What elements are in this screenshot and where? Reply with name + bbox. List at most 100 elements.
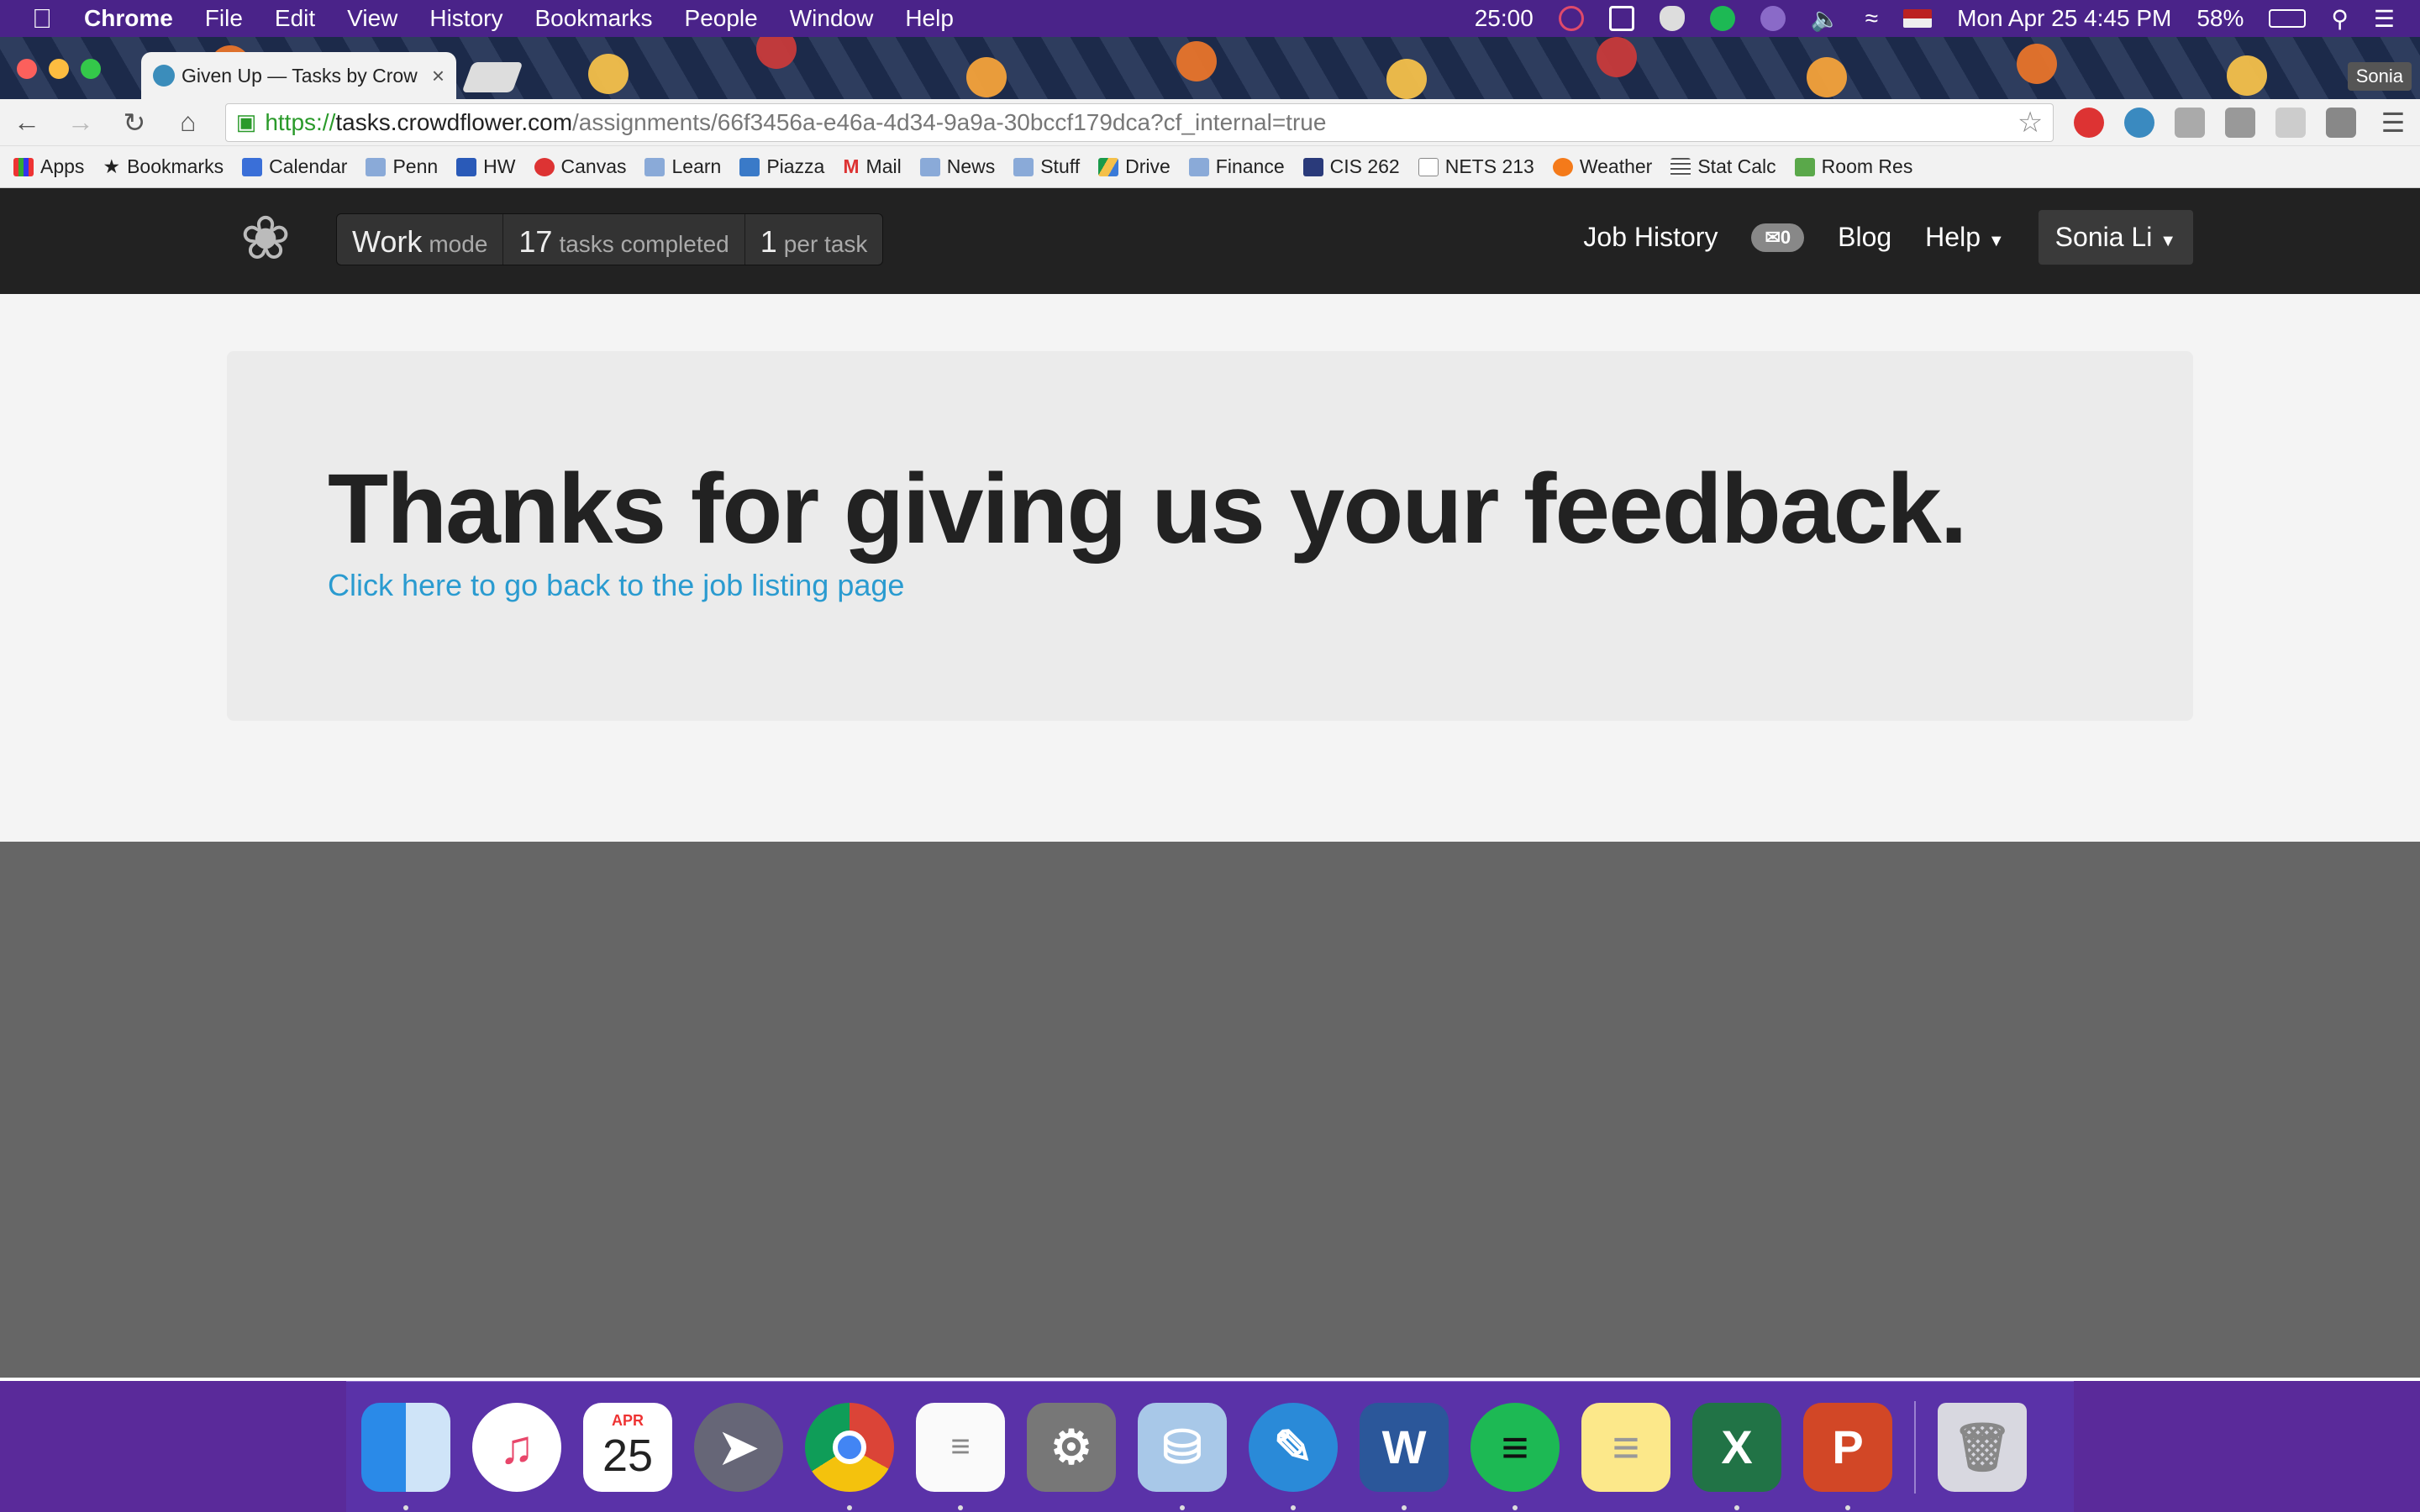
menu-window[interactable]: Window <box>790 5 874 32</box>
adblock-extension-icon[interactable] <box>2074 107 2105 138</box>
menu-bookmarks[interactable]: Bookmarks <box>534 5 652 32</box>
running-indicator <box>403 1504 408 1510</box>
menu-app-name[interactable]: Chrome <box>84 5 173 32</box>
home-icon[interactable]: ⌂ <box>171 107 205 138</box>
zoom-window-button[interactable] <box>81 59 101 79</box>
word-icon[interactable]: W <box>1360 1402 1449 1510</box>
browser-toolbar: ← → ↻ ⌂ ▣ https:// tasks.crowdflower.com… <box>0 99 2420 146</box>
preview-icon[interactable]: ⛁ <box>1138 1402 1227 1510</box>
minimize-window-button[interactable] <box>49 59 69 79</box>
forward-icon[interactable]: → <box>64 107 97 138</box>
bookmark-hw[interactable]: HW <box>456 155 516 178</box>
bookmark-weather[interactable]: Weather <box>1552 155 1652 178</box>
bookmark-room-res[interactable]: Room Res <box>1794 155 1912 178</box>
penn-shield-icon <box>1302 157 1323 176</box>
launchpad-icon[interactable]: ➤ <box>694 1402 783 1492</box>
bookmark-news[interactable]: News <box>919 155 996 178</box>
page-icon <box>1418 157 1439 176</box>
browser-tab-active[interactable]: Given Up — Tasks by Crow × <box>141 52 456 99</box>
menu-file[interactable]: File <box>205 5 243 32</box>
trash-icon[interactable]: 🗑 <box>1938 1402 2027 1492</box>
bookmark-label: News <box>946 155 996 177</box>
battery-icon[interactable] <box>2269 9 2307 28</box>
timer-text[interactable]: 25:00 <box>1475 5 1534 32</box>
menu-people[interactable]: People <box>685 5 758 32</box>
vpn-icon[interactable] <box>1760 6 1786 31</box>
nav-job-history[interactable]: Job History <box>1583 222 1718 253</box>
folder-icon <box>1013 157 1034 176</box>
spotlight-icon[interactable]: ⚲ <box>2331 5 2349 33</box>
menu-view[interactable]: View <box>347 5 397 32</box>
bookmark-piazza[interactable]: Piazza <box>739 155 824 178</box>
bookmark-stuff[interactable]: Stuff <box>1013 155 1080 178</box>
notification-center-icon[interactable]: ☰ <box>2374 5 2395 33</box>
reload-icon[interactable]: ↻ <box>118 107 151 139</box>
address-bar[interactable]: ▣ https:// tasks.crowdflower.com /assign… <box>224 102 2054 142</box>
datetime[interactable]: Mon Apr 25 4:45 PM <box>1957 5 2171 32</box>
bookmark-mail[interactable]: M Mail <box>843 155 901 178</box>
menu-help[interactable]: Help <box>905 5 954 32</box>
pencil-app-icon[interactable]: ✎ <box>1249 1402 1338 1510</box>
airplay-icon[interactable] <box>1608 6 1634 31</box>
bookmark-calendar[interactable]: Calendar <box>242 155 347 178</box>
itunes-icon[interactable]: ♫ <box>472 1402 561 1492</box>
bookmark-bookmarks[interactable]: ★ Bookmarks <box>103 155 224 178</box>
hd-extension-icon[interactable] <box>2326 107 2357 138</box>
powerpoint-icon[interactable]: P <box>1803 1402 1892 1510</box>
nav-help[interactable]: Help ▼ <box>1925 222 2005 253</box>
pc-extension-icon[interactable] <box>2275 107 2307 138</box>
battery-percent[interactable]: 58% <box>2196 5 2244 32</box>
bookmark-nets213[interactable]: NETS 213 <box>1418 155 1534 178</box>
new-tab-button[interactable] <box>461 62 523 92</box>
user-menu[interactable]: Sonia Li ▼ <box>2038 210 2193 265</box>
calendar-icon <box>242 157 263 176</box>
apple-icon[interactable]:  <box>32 3 52 34</box>
menu-history[interactable]: History <box>429 5 502 32</box>
timer-icon[interactable] <box>1558 6 1584 31</box>
camera-extension-icon[interactable] <box>2175 107 2206 138</box>
calendar-icon[interactable]: APR 25 <box>583 1402 672 1492</box>
bookmarks-bar: Apps ★ Bookmarks Calendar Penn HW Canvas … <box>0 146 2420 188</box>
back-icon[interactable]: ← <box>10 107 44 138</box>
nav-blog[interactable]: Blog <box>1838 222 1891 253</box>
bookmark-canvas[interactable]: Canvas <box>534 155 626 178</box>
work-mode-segment: Work mode <box>337 214 504 265</box>
system-preferences-icon[interactable]: ⚙ <box>1027 1402 1116 1492</box>
theme-flower <box>1176 41 1217 81</box>
spotify-icon[interactable] <box>1709 6 1735 31</box>
bookmark-stat-calc[interactable]: Stat Calc <box>1670 155 1776 178</box>
empty-page-area <box>0 842 2420 1378</box>
spotify-icon[interactable]: ≡ <box>1470 1402 1560 1510</box>
excel-icon[interactable]: X <box>1692 1402 1781 1510</box>
profile-button[interactable]: Sonia <box>2347 62 2412 91</box>
bookmark-cis262[interactable]: CIS 262 <box>1302 155 1400 178</box>
cw-extension-icon[interactable] <box>2225 107 2256 138</box>
shield-icon[interactable] <box>1659 6 1685 31</box>
bookmark-apps[interactable]: Apps <box>13 155 84 178</box>
flag-icon[interactable] <box>1903 9 1933 28</box>
chrome-icon[interactable] <box>805 1402 894 1510</box>
back-to-job-listing-link[interactable]: Click here to go back to the job listing… <box>328 568 904 603</box>
bookmark-penn[interactable]: Penn <box>366 155 438 178</box>
menu-edit[interactable]: Edit <box>275 5 315 32</box>
notes-icon[interactable]: ≡ <box>1581 1402 1670 1492</box>
bookmark-finance[interactable]: Finance <box>1188 155 1285 178</box>
bookmark-label: Penn <box>392 155 439 177</box>
bookmark-star-icon[interactable]: ☆ <box>2018 106 2043 139</box>
close-tab-icon[interactable]: × <box>432 63 445 89</box>
reminders-icon[interactable]: ≡ <box>916 1402 1005 1510</box>
close-window-button[interactable] <box>17 59 37 79</box>
chrome-menu-icon[interactable]: ☰ <box>2376 107 2410 139</box>
wifi-icon[interactable]: ≈ <box>1865 5 1878 32</box>
envelope-icon: ✉ <box>1765 226 1781 248</box>
messages-badge[interactable]: ✉0 <box>1751 223 1805 252</box>
bookmark-label: CIS 262 <box>1329 155 1400 177</box>
crowdflower-logo-icon[interactable]: ❀ <box>225 205 306 272</box>
bookmark-drive[interactable]: Drive <box>1098 155 1171 178</box>
work-stats-bar: Work mode 17 tasks completed 1 per task <box>336 213 884 265</box>
bookmark-learn[interactable]: Learn <box>644 155 721 178</box>
finder-icon[interactable] <box>361 1402 450 1510</box>
volume-icon[interactable]: 🔈 <box>1811 5 1840 33</box>
eye-extension-icon[interactable] <box>2124 107 2155 138</box>
chrome-center-icon <box>833 1430 866 1464</box>
